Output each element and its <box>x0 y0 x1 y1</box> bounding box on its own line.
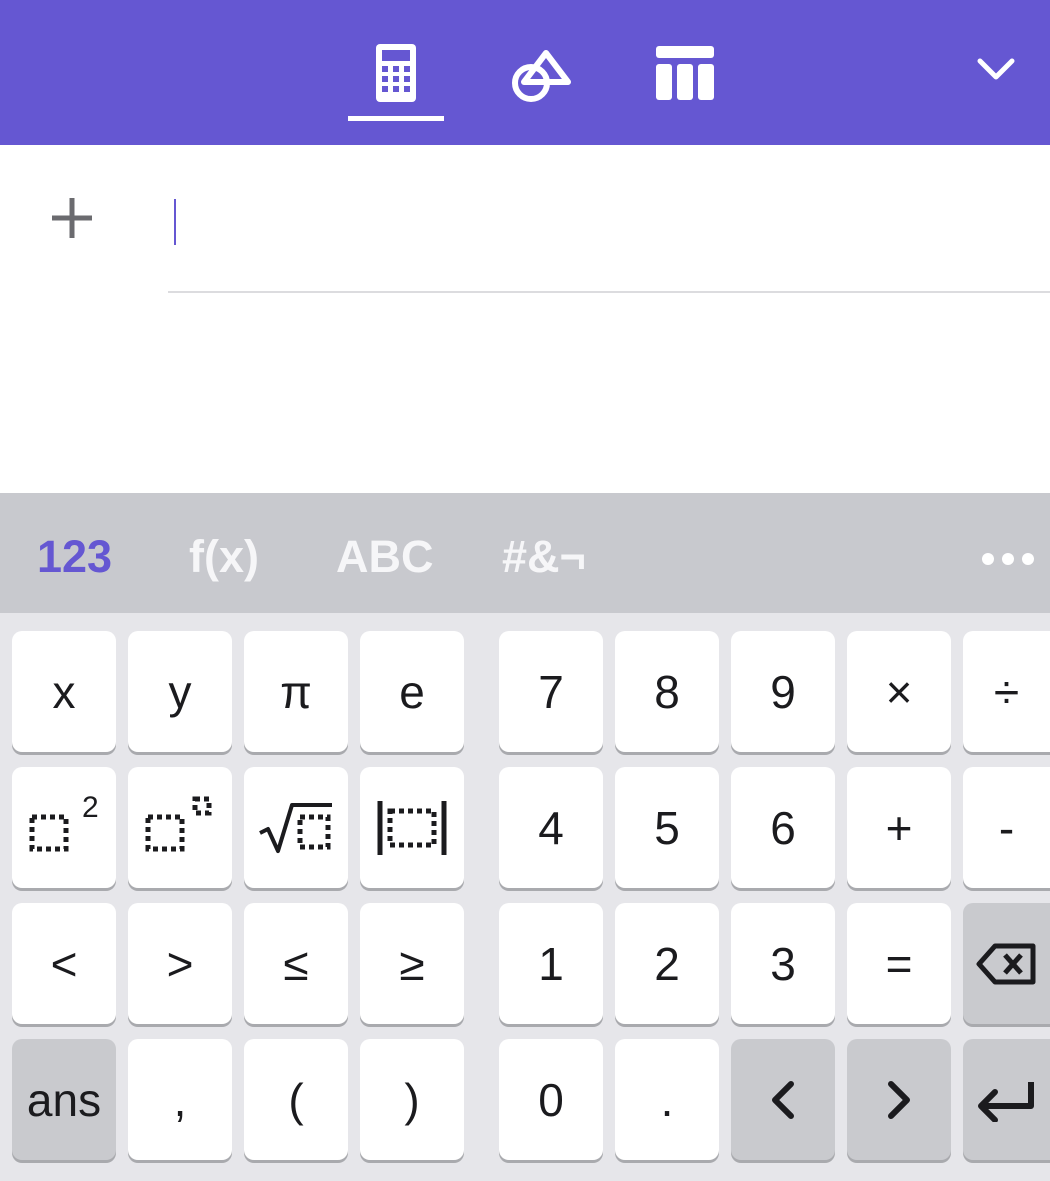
algebra-view <box>0 145 1050 493</box>
key-2[interactable]: 2 <box>615 903 719 1024</box>
geometry-shapes-icon <box>512 50 571 102</box>
text-cursor <box>174 199 176 245</box>
arrow-left-icon <box>772 1080 794 1119</box>
power-template-icon <box>145 796 212 851</box>
collapse-button[interactable] <box>966 44 1026 100</box>
key-open-paren-label: ( <box>288 1073 304 1126</box>
arrow-right-icon <box>888 1080 910 1119</box>
key-8[interactable]: 8 <box>615 631 719 752</box>
key-square[interactable]: 2 <box>12 767 116 888</box>
key-y-label: y <box>168 665 192 718</box>
key-times[interactable]: × <box>847 631 951 752</box>
square-exponent-label: 2 <box>82 793 99 824</box>
square-template-icon: 2 <box>29 793 99 851</box>
key-plus-label: + <box>885 801 913 854</box>
key-x[interactable]: x <box>12 631 116 752</box>
keyboard-tab-numbers[interactable]: 123 <box>37 523 112 591</box>
key-less-equal[interactable]: ≤ <box>244 903 348 1024</box>
key-5[interactable]: 5 <box>615 767 719 888</box>
key-0[interactable]: 0 <box>499 1039 603 1160</box>
key-y[interactable]: y <box>128 631 232 752</box>
key-pi-label: π <box>280 665 312 718</box>
key-close-paren-label: ) <box>404 1073 420 1126</box>
key-e-label: e <box>399 665 425 718</box>
square-root-template-icon <box>259 802 332 853</box>
key-4[interactable]: 4 <box>499 767 603 888</box>
cursor-right-button[interactable] <box>847 1039 951 1160</box>
keyboard-tab-bar: 123 f(x) ABC #&¬ <box>0 493 1050 613</box>
key-divide[interactable]: ÷ <box>963 631 1050 752</box>
more-dots-icon <box>982 553 1034 565</box>
more-options-button[interactable] <box>980 549 1036 569</box>
key-8-label: 8 <box>654 665 680 718</box>
key-3-label: 3 <box>770 937 796 990</box>
key-decimal-label: . <box>660 1073 674 1126</box>
selected-tab-indicator <box>348 116 444 121</box>
table-icon <box>656 46 714 100</box>
key-7-label: 7 <box>538 665 564 718</box>
key-9[interactable]: 9 <box>731 631 835 752</box>
key-plus[interactable]: + <box>847 767 951 888</box>
key-x-label: x <box>52 665 76 718</box>
key-minus[interactable]: - <box>963 767 1050 888</box>
key-minus-label: - <box>998 801 1015 854</box>
key-greater-than[interactable]: > <box>128 903 232 1024</box>
key-1[interactable]: 1 <box>499 903 603 1024</box>
key-divide-label: ÷ <box>993 665 1020 718</box>
key-sqrt[interactable] <box>244 767 348 888</box>
key-5-label: 5 <box>654 801 680 854</box>
key-ans[interactable]: ans <box>12 1039 116 1160</box>
key-greater-than-label: > <box>166 937 194 990</box>
tab-table[interactable] <box>637 30 733 120</box>
key-equals-label: = <box>885 937 913 990</box>
key-6-label: 6 <box>770 801 796 854</box>
add-item-button[interactable] <box>40 189 104 249</box>
key-close-paren[interactable]: ) <box>360 1039 464 1160</box>
enter-button[interactable] <box>963 1039 1050 1160</box>
key-less-equal-label: ≤ <box>283 937 309 990</box>
key-pi[interactable]: π <box>244 631 348 752</box>
chevron-down-icon <box>977 58 1015 80</box>
absolute-value-template-icon <box>377 800 447 855</box>
key-greater-equal[interactable]: ≥ <box>360 903 464 1024</box>
key-equals[interactable]: = <box>847 903 951 1024</box>
key-3[interactable]: 3 <box>731 903 835 1024</box>
key-7[interactable]: 7 <box>499 631 603 752</box>
tab-algebra[interactable] <box>348 30 444 120</box>
key-ans-label: ans <box>26 1073 102 1126</box>
app-toolbar <box>0 0 1050 145</box>
cursor-left-button[interactable] <box>731 1039 835 1160</box>
keyboard-tab-symbols[interactable]: #&¬ <box>502 523 586 591</box>
key-0-label: 0 <box>538 1073 564 1126</box>
key-comma-label: , <box>173 1073 187 1126</box>
keyboard-tab-functions[interactable]: f(x) <box>189 523 259 591</box>
calculator-icon <box>376 44 416 102</box>
key-less-than-label: < <box>50 937 78 990</box>
key-4-label: 4 <box>538 801 564 854</box>
key-6[interactable]: 6 <box>731 767 835 888</box>
keyboard-tab-letters[interactable]: ABC <box>336 523 434 591</box>
backspace-icon <box>976 943 1035 984</box>
key-1-label: 1 <box>538 937 564 990</box>
key-e[interactable]: e <box>360 631 464 752</box>
key-abs[interactable] <box>360 767 464 888</box>
key-times-label: × <box>885 665 913 718</box>
key-decimal[interactable]: . <box>615 1039 719 1160</box>
tab-geometry[interactable] <box>492 30 588 120</box>
key-open-paren[interactable]: ( <box>244 1039 348 1160</box>
key-9-label: 9 <box>770 665 796 718</box>
backspace-button[interactable] <box>963 903 1050 1024</box>
key-power[interactable] <box>128 767 232 888</box>
enter-icon <box>977 1081 1034 1122</box>
math-keyboard: x y π e 7 8 9 × ÷ 2 4 5 6 + - < > ≤ ≥ 1 … <box>0 613 1050 1181</box>
algebra-input[interactable] <box>168 175 1050 293</box>
plus-icon <box>52 198 92 238</box>
key-less-than[interactable]: < <box>12 903 116 1024</box>
key-greater-equal-label: ≥ <box>399 937 425 990</box>
key-comma[interactable]: , <box>128 1039 232 1160</box>
key-2-label: 2 <box>654 937 680 990</box>
